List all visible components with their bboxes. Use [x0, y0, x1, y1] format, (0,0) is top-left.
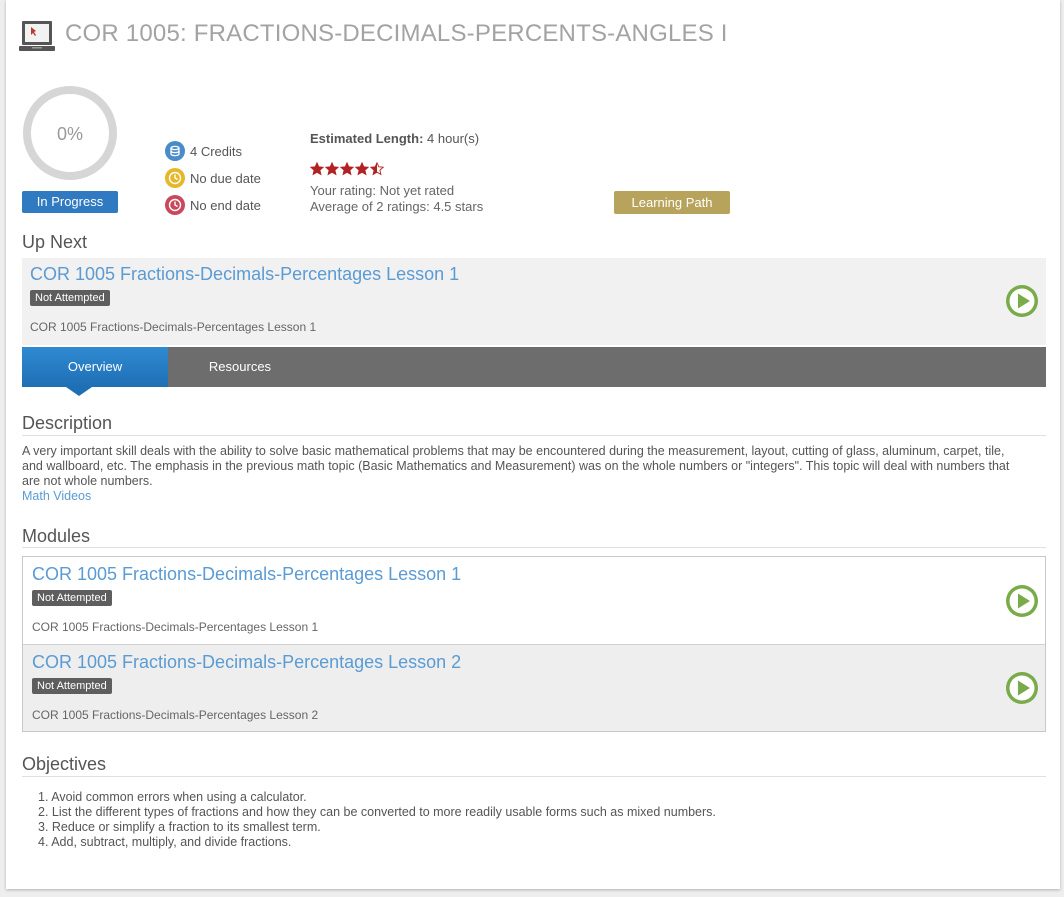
- module-link[interactable]: COR 1005 Fractions-Decimals-Percentages …: [32, 564, 461, 585]
- modules-list: COR 1005 Fractions-Decimals-Percentages …: [22, 556, 1046, 732]
- divider: [22, 776, 1046, 777]
- objective-item: 1. Avoid common errors when using a calc…: [38, 790, 307, 804]
- objective-item: 3. Reduce or simplify a fraction to its …: [38, 820, 321, 834]
- up-next-status-badge: Not Attempted: [30, 290, 110, 306]
- credits-icon: [165, 141, 185, 161]
- play-icon[interactable]: [1005, 284, 1039, 318]
- your-rating: Your rating: Not yet rated: [310, 183, 455, 198]
- page-title: COR 1005: FRACTIONS-DECIMALS-PERCENTS-AN…: [65, 20, 728, 47]
- average-rating: Average of 2 ratings: 4.5 stars: [310, 199, 484, 214]
- list-item: COR 1005 Fractions-Decimals-Percentages …: [23, 644, 1045, 731]
- module-link[interactable]: COR 1005 Fractions-Decimals-Percentages …: [32, 652, 461, 673]
- up-next-card: COR 1005 Fractions-Decimals-Percentages …: [22, 258, 1046, 345]
- modules-heading: Modules: [22, 526, 91, 546]
- star-full-icon[interactable]: [340, 162, 354, 176]
- active-tab-indicator: [66, 387, 92, 396]
- star-full-icon[interactable]: [355, 162, 369, 176]
- estimated-length-label: Estimated Length:: [310, 131, 424, 146]
- due-date-row: No due date: [165, 168, 261, 188]
- play-icon[interactable]: [1005, 584, 1039, 618]
- star-full-icon[interactable]: [325, 162, 339, 176]
- credits-label: 4 Credits: [190, 143, 243, 159]
- learning-path-button[interactable]: Learning Path: [614, 191, 730, 214]
- star-full-icon[interactable]: [310, 162, 324, 176]
- laptop-course-icon: [19, 21, 55, 51]
- end-date-label: No end date: [190, 197, 261, 213]
- objectives-heading: Objectives: [22, 754, 107, 774]
- up-next-subtitle: COR 1005 Fractions-Decimals-Percentages …: [30, 320, 317, 334]
- list-item: COR 1005 Fractions-Decimals-Percentages …: [23, 557, 1045, 644]
- end-clock-icon: [165, 195, 185, 215]
- course-card: COR 1005: FRACTIONS-DECIMALS-PERCENTS-AN…: [6, 0, 1060, 889]
- estimated-length: Estimated Length: 4 hour(s): [310, 131, 479, 146]
- tab-resources[interactable]: Resources: [168, 347, 312, 387]
- divider: [22, 547, 1046, 548]
- status-badge: In Progress: [22, 191, 118, 213]
- up-next-heading: Up Next: [22, 232, 88, 252]
- divider: [22, 435, 1046, 436]
- objective-item: 4. Add, subtract, multiply, and divide f…: [38, 835, 292, 849]
- tab-bar: Overview Resources: [22, 347, 1046, 387]
- progress-percent: 0%: [56, 124, 83, 144]
- star-half-icon[interactable]: [370, 162, 384, 176]
- tab-overview[interactable]: Overview: [22, 347, 168, 387]
- module-status-badge: Not Attempted: [32, 678, 112, 694]
- end-date-row: No end date: [165, 195, 261, 215]
- module-subtitle: COR 1005 Fractions-Decimals-Percentages …: [32, 620, 319, 634]
- objectives-list: 1. Avoid common errors when using a calc…: [38, 790, 716, 850]
- play-icon[interactable]: [1005, 671, 1039, 705]
- description-text: A very important skill deals with the ab…: [22, 444, 1010, 488]
- estimated-length-value: 4 hour(s): [427, 131, 480, 146]
- math-videos-link[interactable]: Math Videos: [22, 489, 91, 503]
- module-status-badge: Not Attempted: [32, 590, 112, 606]
- module-subtitle: COR 1005 Fractions-Decimals-Percentages …: [32, 708, 319, 722]
- star-rating[interactable]: [310, 162, 384, 176]
- clock-icon: [165, 168, 185, 188]
- objective-item: 2. List the different types of fractions…: [38, 805, 716, 819]
- description-heading: Description: [22, 413, 113, 433]
- credits-row: 4 Credits: [165, 141, 242, 161]
- up-next-lesson-link[interactable]: COR 1005 Fractions-Decimals-Percentages …: [30, 264, 459, 285]
- due-date-label: No due date: [190, 170, 261, 186]
